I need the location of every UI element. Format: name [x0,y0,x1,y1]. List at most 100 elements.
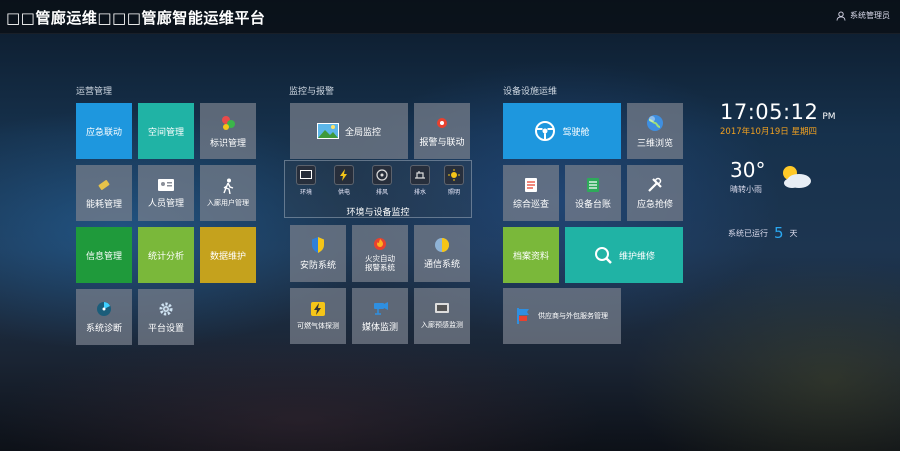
tile-label: 可燃气体探测 [297,322,339,330]
tile-label: 设备台账 [574,199,611,210]
tile-label: 维护维修 [618,251,655,262]
tile-equipment-ledger[interactable]: 设备台账 [565,165,621,221]
env-item-power[interactable]: 供电 [327,165,361,196]
pump-icon [410,165,430,185]
tile-label: 入廊用户管理 [207,199,249,207]
tile-label: 应急联动 [85,127,122,138]
marker-icon [219,114,237,132]
tile-entry-user[interactable]: 入廊用户管理 [200,165,256,221]
tile-intrusion-monitor[interactable]: 入廊预感监测 [414,288,470,344]
tile-gas-detection[interactable]: 可燃气体探测 [290,288,346,344]
env-monitor-title: 环境与设备监控 [346,208,410,218]
tile-label: 平台设置 [147,323,184,334]
tile-platform[interactable]: 平台设置 [138,289,194,345]
tile-label: 标识管理 [209,138,246,149]
battery-icon [96,177,112,193]
env-item-label: 排水 [413,189,426,196]
tile-data[interactable]: 数据维护 [200,227,256,283]
tile-global-monitor[interactable]: 全局监控 [290,103,408,159]
globe-icon [646,114,664,132]
lightning-icon [334,165,354,185]
weather-temp: 30° [730,158,766,182]
tile-label: 媒体监测 [361,322,398,333]
flag-icon [516,307,532,325]
env-item-lighting[interactable]: 照明 [437,165,471,196]
tile-label: 驾驶舱 [562,127,590,138]
display-icon [434,302,450,316]
tile-emergency-repair[interactable]: 应急抢修 [627,165,683,221]
env-monitor-panel[interactable]: 环境 供电 排风 排水 照明 环境与设备监控 [284,160,472,218]
section-ops-label: 运营管理 [76,87,113,97]
clock-date: 2017年10月19日 星期四 [720,127,817,137]
env-item-label: 排风 [375,189,388,196]
tile-label: 能耗管理 [85,199,122,210]
tile-communication[interactable]: 通信系统 [414,225,470,282]
user-name: 系统管理员 [850,11,890,20]
tile-maintenance[interactable]: 维护维修 [565,227,683,283]
weather-desc: 晴转小雨 [730,185,762,194]
section-facility-label: 设备设施运维 [503,87,558,97]
cloud-sun-icon [777,164,813,190]
sun-icon [444,165,464,185]
tile-label: 空间管理 [147,127,184,138]
monitor-icon [296,165,316,185]
tile-info[interactable]: 信息管理 [76,227,132,283]
shield-icon [310,236,326,254]
wrench-gear-icon [593,245,613,265]
tile-label: 入廊预感监测 [421,321,463,329]
document-icon [586,177,600,193]
gear-icon [158,301,174,317]
tile-label: 综合巡查 [512,199,549,210]
env-item-environment[interactable]: 环境 [289,165,323,196]
tile-inspection[interactable]: 综合巡查 [503,165,559,221]
tile-media-monitor[interactable]: 媒体监测 [352,288,408,344]
fire-icon [372,235,388,251]
tile-fire-alarm[interactable]: 火灾自动 报警系统 [352,225,408,282]
tile-security[interactable]: 安防系统 [290,225,346,282]
tile-energy[interactable]: 能耗管理 [76,165,132,221]
env-item-drainage[interactable]: 排水 [403,165,437,196]
env-item-label: 环境 [299,189,312,196]
id-card-icon [157,178,175,192]
tile-label: 火灾自动 报警系统 [365,253,395,272]
checklist-icon [524,177,538,193]
clock-time: 17:05:12 [720,100,819,124]
user-icon [836,11,846,21]
weather-widget: 30° 晴转小雨 [730,158,813,195]
top-bar: □□管廊运维□□□管廊智能运维平台 系统管理员 [0,0,900,34]
env-item-ventilation[interactable]: 排风 [365,165,399,196]
user-menu[interactable]: 系统管理员 [836,10,890,21]
walking-person-icon [221,178,235,194]
section-monitor-label: 监控与报警 [289,87,335,97]
tile-label: 全局监控 [344,127,381,138]
tile-personnel[interactable]: 人员管理 [138,165,194,221]
tile-label: 应急抢修 [636,199,673,210]
fan-icon [372,165,392,185]
tile-marker[interactable]: 标识管理 [200,103,256,159]
tile-space[interactable]: 空间管理 [138,103,194,159]
tile-diag[interactable]: 系统诊断 [76,289,132,345]
steering-wheel-icon [534,120,556,142]
tile-emergency[interactable]: 应急联动 [76,103,132,159]
app-title: □□管廊运维□□□管廊智能运维平台 [6,9,266,27]
tile-label: 报警与联动 [419,137,465,148]
tile-3d-view[interactable]: 三维浏览 [627,103,683,159]
tile-alarm[interactable]: 报警与联动 [414,103,470,159]
siren-icon [434,115,450,131]
tile-stats[interactable]: 统计分析 [138,227,194,283]
tile-label: 信息管理 [85,251,122,262]
clock-widget: 17:05:12 PM 2017年10月19日 星期四 [720,100,836,137]
uptime-label: 系统已运行 [728,228,768,238]
tile-supplier-service[interactable]: 供应商与外包服务管理 [503,288,621,344]
uptime-unit: 天 [789,228,798,238]
env-item-label: 供电 [337,189,350,196]
tile-cockpit[interactable]: 驾驶舱 [503,103,621,159]
tile-label: 通信系统 [423,260,460,270]
uptime-widget: 系统已运行 5 天 [728,224,798,242]
radar-icon [96,301,112,317]
tile-archive[interactable]: 档案资料 [503,227,559,283]
uptime-days: 5 [774,224,784,242]
tile-label: 人员管理 [147,198,184,209]
tile-label: 安防系统 [299,261,336,271]
landscape-icon [316,123,339,139]
